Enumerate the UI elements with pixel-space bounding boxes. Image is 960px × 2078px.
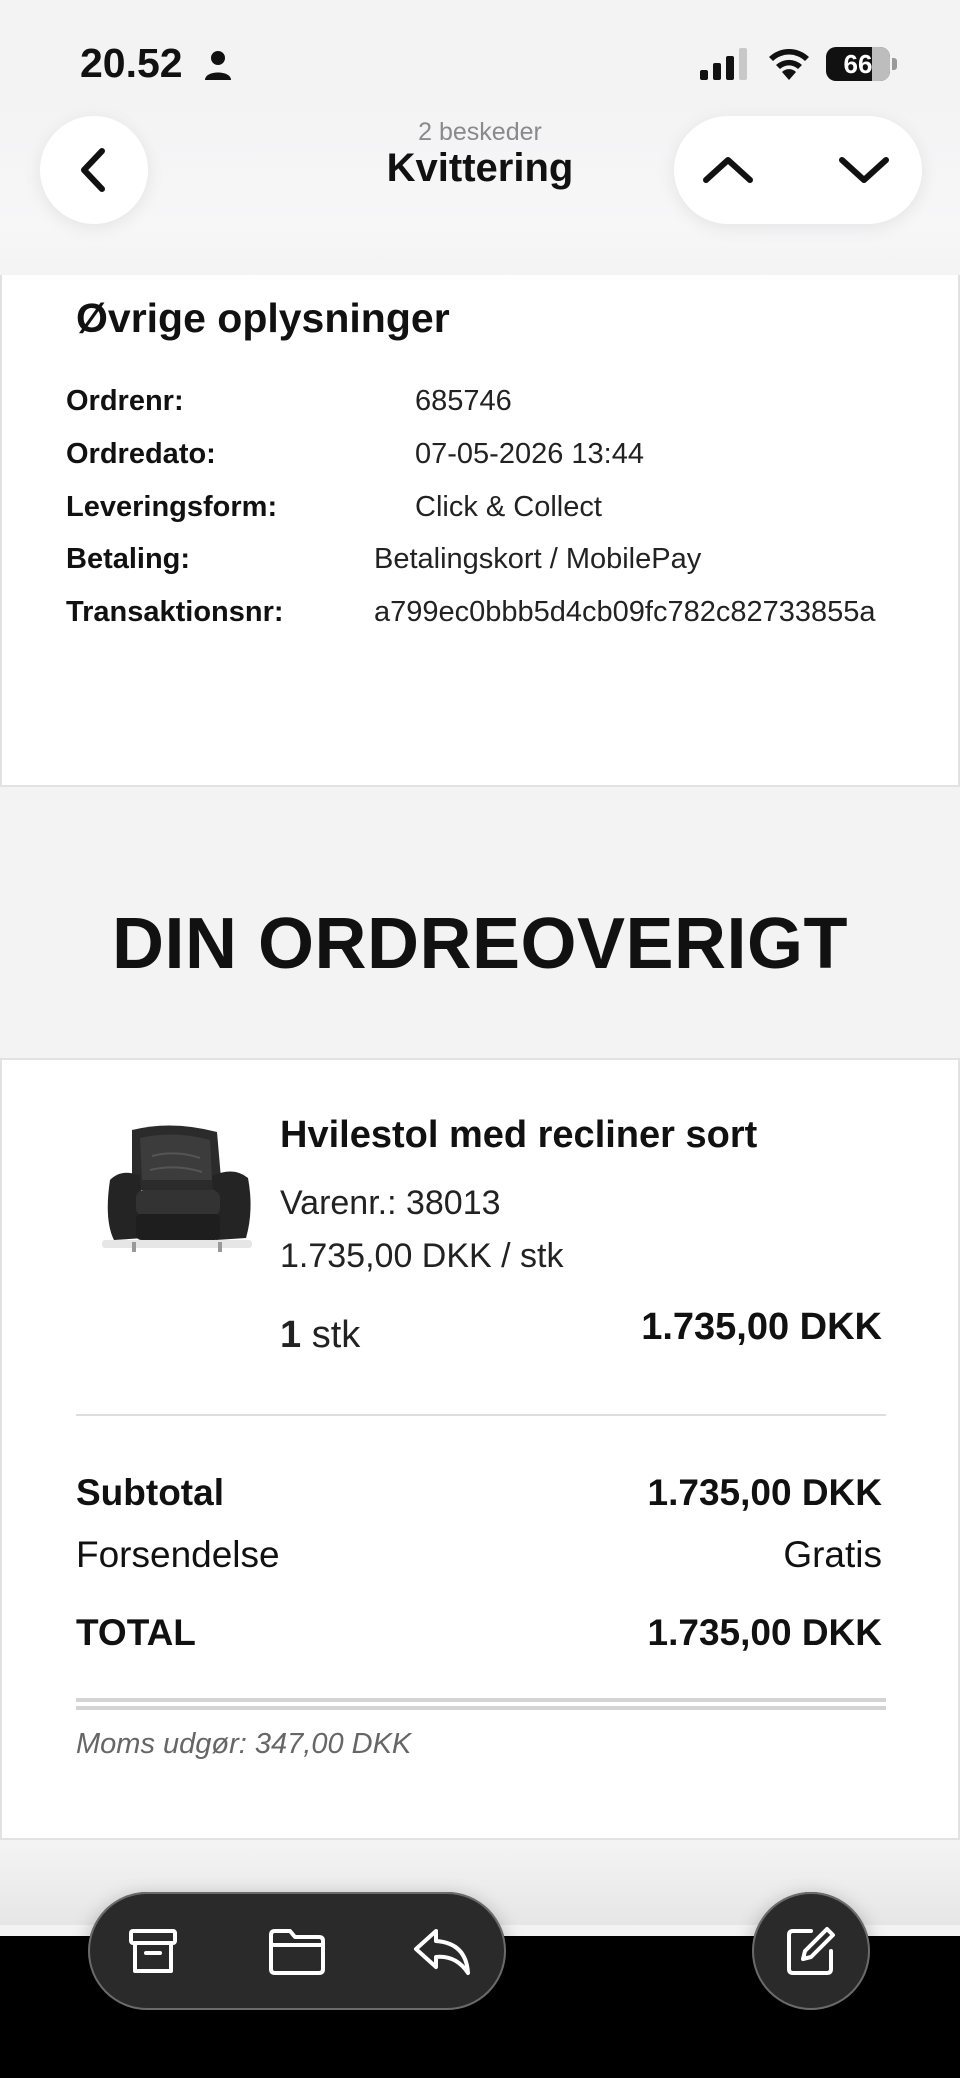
shipping-value: Gratis <box>783 1534 882 1575</box>
info-label: Betaling: <box>66 543 191 575</box>
info-label: Leveringsform: <box>66 491 278 523</box>
archive-button[interactable] <box>118 1916 188 1986</box>
info-value: 07-05-2026 13:44 <box>415 438 644 470</box>
battery-level: 66 <box>843 49 873 79</box>
reply-button[interactable] <box>406 1916 476 1986</box>
info-label: Ordredato: <box>66 438 216 470</box>
subtotal-label: Subtotal <box>76 1472 224 1513</box>
total-label: TOTAL <box>76 1612 196 1653</box>
subtotal-value: 1.735,00 DKK <box>647 1472 882 1513</box>
info-value: a799ec0bbb5d4cb09fc782c82733855a <box>374 596 876 628</box>
product-unit-price: 1.735,00 DKK / stk <box>280 1237 564 1275</box>
chevron-left-icon <box>81 148 105 192</box>
info-row-payment: Betaling: Betalingskort / MobilePay <box>66 543 946 587</box>
product-image <box>102 1125 252 1252</box>
mail-action-toolbar <box>88 1892 506 2010</box>
message-navigation <box>674 116 922 224</box>
product-name: Hvilestol med recliner sort <box>280 1114 758 1156</box>
info-value: Betalingskort / MobilePay <box>374 543 702 575</box>
signal-icon <box>700 48 747 80</box>
info-row-order-date: Ordredato: 07-05-2026 13:44 <box>66 438 946 482</box>
archive-icon <box>129 1929 177 1973</box>
message-count: 2 beskeder <box>418 118 542 146</box>
battery-indicator: 66 <box>826 47 897 81</box>
order-card: Hvilestol med recliner sort Varenr.: 380… <box>0 1058 960 1840</box>
back-button[interactable] <box>40 116 148 224</box>
product-quantity: 1 stk <box>280 1314 360 1357</box>
quantity-unit: stk <box>311 1314 361 1356</box>
divider <box>76 1414 886 1416</box>
shipping-label: Forsendelse <box>76 1534 280 1575</box>
folder-icon <box>269 1929 325 1975</box>
total-value: 1.735,00 DKK <box>647 1612 882 1653</box>
wifi-icon <box>769 49 809 80</box>
info-label: Transaktionsnr: <box>66 596 284 628</box>
product-line-total: 1.735,00 DKK <box>641 1306 882 1348</box>
product-sku: Varenr.: 38013 <box>280 1184 501 1222</box>
info-label: Ordrenr: <box>66 385 184 417</box>
info-row-transaction: Transaktionsnr: a799ec0bbb5d4cb09fc782c8… <box>66 596 946 640</box>
previous-message-button[interactable] <box>696 138 760 202</box>
chevron-up-icon <box>703 157 753 183</box>
reply-icon <box>414 1929 470 1975</box>
quantity-number: 1 <box>280 1314 302 1356</box>
status-time: 20.52 <box>80 40 183 86</box>
move-to-folder-button[interactable] <box>262 1916 332 1986</box>
info-value: 685746 <box>415 385 512 417</box>
order-overview-heading: DIN ORDREOVERIGT <box>111 904 849 984</box>
info-row-order-number: Ordrenr: 685746 <box>66 385 946 429</box>
info-card: Øvrige oplysninger Ordrenr: 685746 Ordre… <box>0 275 960 787</box>
status-bar: 20.52 66 <box>0 0 960 110</box>
compose-button[interactable] <box>752 1892 870 2010</box>
nav-header: 2 beskeder Kvittering <box>0 100 960 280</box>
section-heading: Øvrige oplysninger <box>76 295 450 341</box>
vat-note: Moms udgør: 347,00 DKK <box>76 1728 412 1760</box>
person-icon <box>205 51 231 80</box>
info-row-delivery: Leveringsform: Click & Collect <box>66 491 946 535</box>
page-title: Kvittering <box>386 146 574 190</box>
double-divider <box>76 1698 886 1710</box>
chevron-down-icon <box>839 157 889 183</box>
compose-icon <box>787 1927 835 1975</box>
next-message-button[interactable] <box>832 138 896 202</box>
info-value: Click & Collect <box>415 491 602 523</box>
